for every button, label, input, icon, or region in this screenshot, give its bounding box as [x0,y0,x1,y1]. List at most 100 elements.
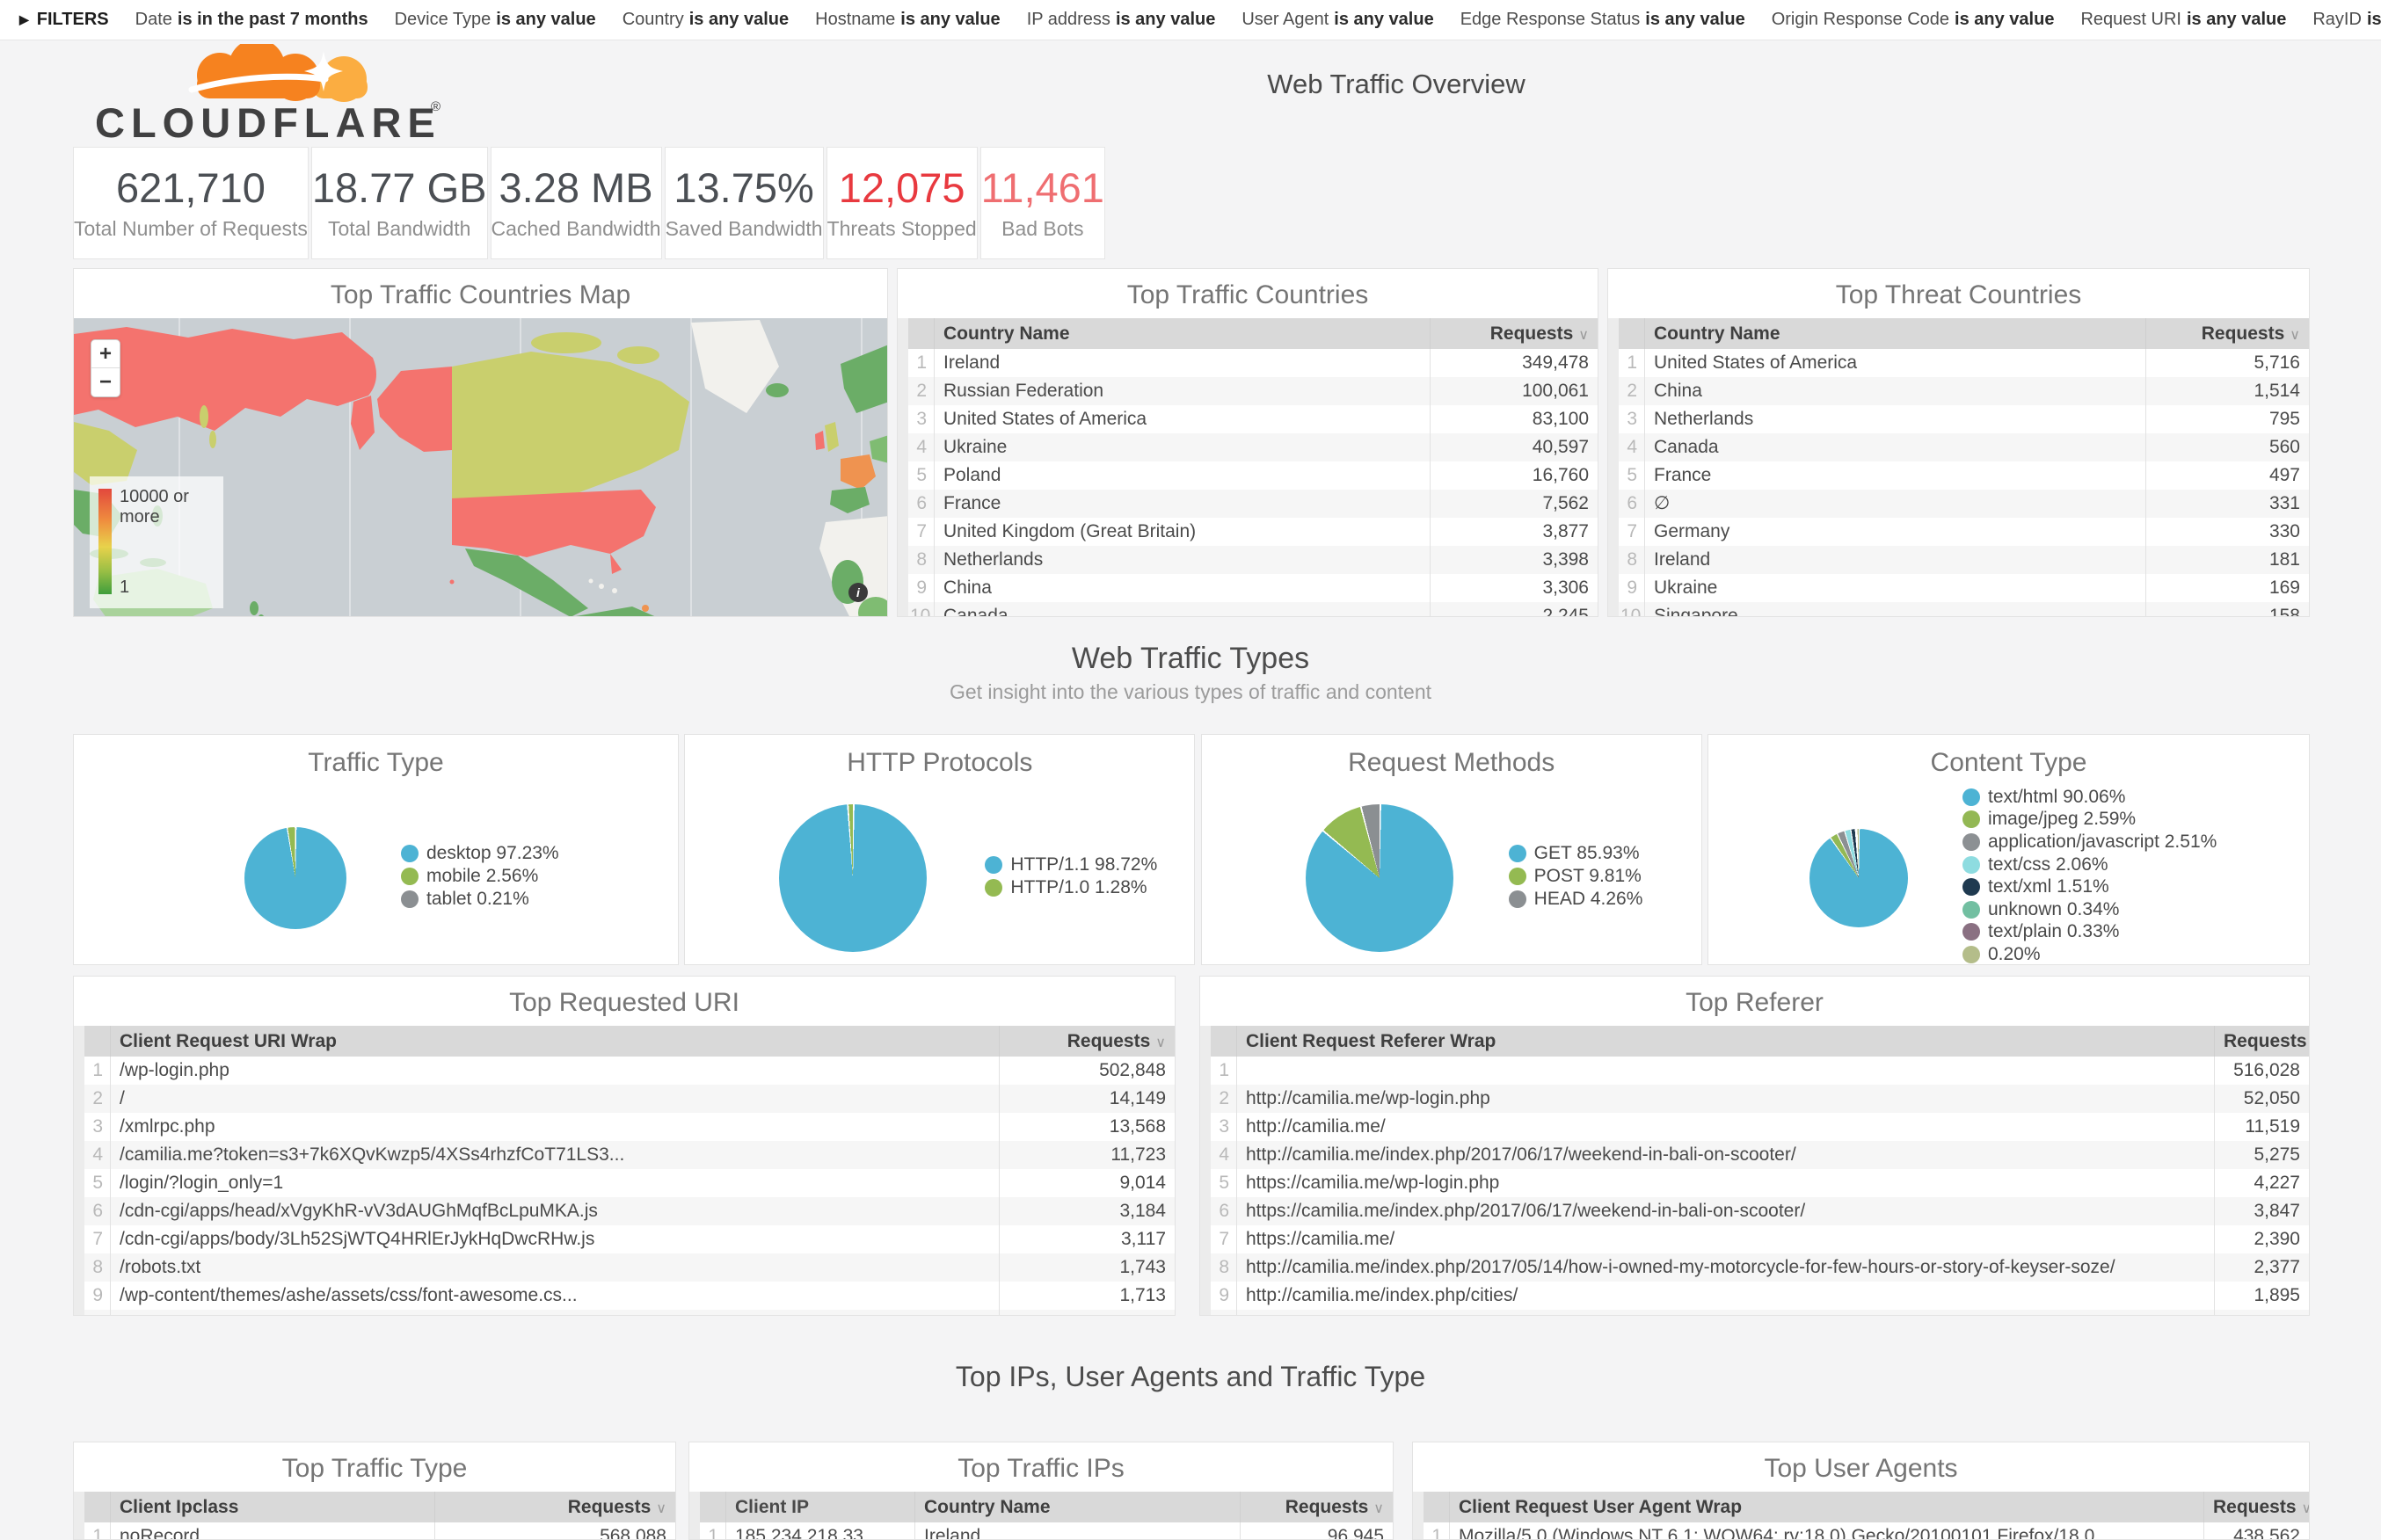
column-header[interactable]: Client Request Referer Wrap [1237,1026,2214,1057]
legend-item[interactable]: HTTP/1.1 98.72% [985,854,1157,876]
table-row[interactable]: 7 United Kingdom (Great Britain) 3,877 [898,518,1598,546]
kpi-card[interactable]: 18.77 GB Total Bandwidth [311,147,488,259]
table-row[interactable]: 5 /login/?login_only=1 9,014 [74,1169,1175,1197]
column-header[interactable]: Client Ipclass [111,1492,434,1522]
table-row[interactable]: 2 Russian Federation 100,061 [898,377,1598,405]
table-row[interactable]: 7 https://camilia.me/ 2,390 [1200,1225,2309,1253]
table-row[interactable]: 9 Ukraine 169 [1608,574,2309,602]
filter-item[interactable]: Request URIis any value [2080,10,2286,30]
content-type-pie-chart[interactable] [1809,829,1908,927]
kpi-card[interactable]: 12,075 Threats Stopped [826,147,978,259]
table-row[interactable]: 1 Ireland 349,478 [898,349,1598,377]
table-row[interactable]: 5 Poland 16,760 [898,461,1598,490]
filter-item[interactable]: Hostnameis any value [815,10,1001,30]
column-header-sortable[interactable]: Requests∨ [434,1492,675,1522]
filter-item[interactable]: Countryis any value [623,10,789,30]
http-protocols-pie-chart[interactable] [779,804,927,952]
traffic-type-pie-chart[interactable] [244,827,346,929]
filter-item[interactable]: Device Typeis any value [395,10,596,30]
column-header-sortable[interactable]: Requests∨ [2203,1492,2309,1522]
filter-item[interactable]: RayIDis any value [2312,10,2381,30]
filter-item[interactable]: IP addressis any value [1027,10,1216,30]
table-row[interactable]: 2 / 14,149 [74,1085,1175,1113]
column-header[interactable]: Client IP [726,1492,914,1522]
table-row[interactable]: 6 /cdn-cgi/apps/head/xVgyKhR-vV3dAUGhMqf… [74,1197,1175,1225]
table-row[interactable]: 1 United States of America 5,716 [1608,349,2309,377]
filter-item[interactable]: Edge Response Statusis any value [1460,10,1745,30]
table-row[interactable]: 3 Netherlands 795 [1608,405,2309,433]
column-header[interactable]: Client Request URI Wrap [111,1026,999,1057]
table-row[interactable]: 10 Canada 2,245 [898,602,1598,617]
legend-item[interactable]: 0.20% [1962,943,2217,965]
table-row[interactable]: 8 Netherlands 3,398 [898,546,1598,574]
table-row[interactable]: 7 Germany 330 [1608,518,2309,546]
legend-item[interactable]: desktop 97.23% [401,842,559,865]
filter-item[interactable]: Origin Response Codeis any value [1772,10,2055,30]
zoom-out-button[interactable]: − [91,368,120,396]
table-row[interactable]: 6 ∅ 331 [1608,490,2309,518]
column-header[interactable]: Client Request User Agent Wrap [1450,1492,2203,1522]
zoom-in-button[interactable]: + [91,340,120,368]
filters-toggle[interactable]: ▶ FILTERS [19,10,109,30]
column-header-sortable[interactable]: Requests∨ [2145,318,2309,349]
column-header-sortable[interactable]: Requests∨ [2214,1026,2309,1057]
table-row[interactable]: 6 https://camilia.me/index.php/2017/06/1… [1200,1197,2309,1225]
table-row[interactable]: 2 http://camilia.me/wp-login.php 52,050 [1200,1085,2309,1113]
table-row[interactable]: 9 China 3,306 [898,574,1598,602]
table-row[interactable]: 8 Ireland 181 [1608,546,2309,574]
filter-item[interactable]: User Agentis any value [1241,10,1433,30]
table-row[interactable]: 5 France 497 [1608,461,2309,490]
legend-item[interactable]: HEAD 4.26% [1509,888,1643,911]
legend-item[interactable]: application/javascript 2.51% [1962,831,2217,854]
table-row[interactable]: 4 Ukraine 40,597 [898,433,1598,461]
info-icon[interactable]: i [848,583,868,602]
column-header[interactable]: Country Name [914,1492,1240,1522]
table-row[interactable]: 4 /camilia.me?token=s3+7k6XQvKwzp5/4XSs4… [74,1141,1175,1169]
table-row[interactable]: 3 http://camilia.me/ 11,519 [1200,1113,2309,1141]
table-row[interactable]: 1 Mozilla/5.0 (Windows NT 6.1; WOW64; rv… [1413,1522,2309,1540]
table-row[interactable]: 1 /wp-login.php 502,848 [74,1057,1175,1085]
table-row[interactable]: 5 https://camilia.me/wp-login.php 4,227 [1200,1169,2309,1197]
table-row[interactable]: 9 http://camilia.me/index.php/cities/ 1,… [1200,1282,2309,1310]
column-header-sortable[interactable]: Requests∨ [1240,1492,1393,1522]
kpi-card[interactable]: 3.28 MB Cached Bandwidth [491,147,662,259]
column-header-sortable[interactable]: Requests∨ [999,1026,1175,1057]
table-row[interactable]: 9 /wp-content/themes/ashe/assets/css/fon… [74,1282,1175,1310]
table-row[interactable]: 4 Canada 560 [1608,433,2309,461]
legend-item[interactable]: mobile 2.56% [401,865,559,888]
table-row[interactable]: 3 /xmlrpc.php 13,568 [74,1113,1175,1141]
table-row[interactable]: 4 http://camilia.me/index.php/2017/06/17… [1200,1141,2309,1169]
table-row[interactable]: 2 China 1,514 [1608,377,2309,405]
legend-gradient [98,489,112,594]
table-row[interactable]: 1 516,028 [1200,1057,2309,1085]
request-methods-pie-chart[interactable] [1306,804,1453,952]
table-row[interactable]: 1 noRecord 568,088 [74,1522,675,1540]
legend-item[interactable]: text/html 90.06% [1962,786,2217,809]
legend-item[interactable]: image/jpeg 2.59% [1962,809,2217,832]
legend-item[interactable]: text/css 2.06% [1962,854,2217,876]
kpi-card[interactable]: 13.75% Saved Bandwidth [665,147,824,259]
table-row[interactable]: 10 /wp-content/themes/ashe/style.css?ver… [74,1310,1175,1316]
legend-item[interactable]: HTTP/1.0 1.28% [985,876,1157,899]
column-header[interactable]: Country Name [1645,318,2145,349]
table-row[interactable]: 1 185.234.218.33 Ireland 96,945 [689,1522,1393,1540]
table-row[interactable]: 3 United States of America 83,100 [898,405,1598,433]
kpi-card[interactable]: 621,710 Total Number of Requests [73,147,309,259]
table-row[interactable]: 8 http://camilia.me/index.php/2017/05/14… [1200,1253,2309,1282]
table-row[interactable]: 10 http://camilia.me/index.php/about/ 1,… [1200,1310,2309,1316]
table-row[interactable]: 6 France 7,562 [898,490,1598,518]
table-row[interactable]: 7 /cdn-cgi/apps/body/3Lh52SjWTQ4HRlErJyk… [74,1225,1175,1253]
table-row[interactable]: 10 Singapore 158 [1608,602,2309,617]
world-map[interactable]: + − 10000 or more 1 i [74,318,887,617]
kpi-card[interactable]: 11,461 Bad Bots [980,147,1105,259]
legend-item[interactable]: tablet 0.21% [401,888,559,911]
filter-item[interactable]: Dateis in the past 7 months [135,10,368,30]
legend-item[interactable]: POST 9.81% [1509,865,1643,888]
column-header-sortable[interactable]: Requests∨ [1430,318,1598,349]
table-row[interactable]: 8 /robots.txt 1,743 [74,1253,1175,1282]
legend-item[interactable]: unknown 0.34% [1962,898,2217,921]
legend-item[interactable]: GET 85.93% [1509,842,1643,865]
column-header[interactable]: Country Name [935,318,1430,349]
legend-item[interactable]: text/plain 0.33% [1962,921,2217,944]
legend-item[interactable]: text/xml 1.51% [1962,875,2217,898]
